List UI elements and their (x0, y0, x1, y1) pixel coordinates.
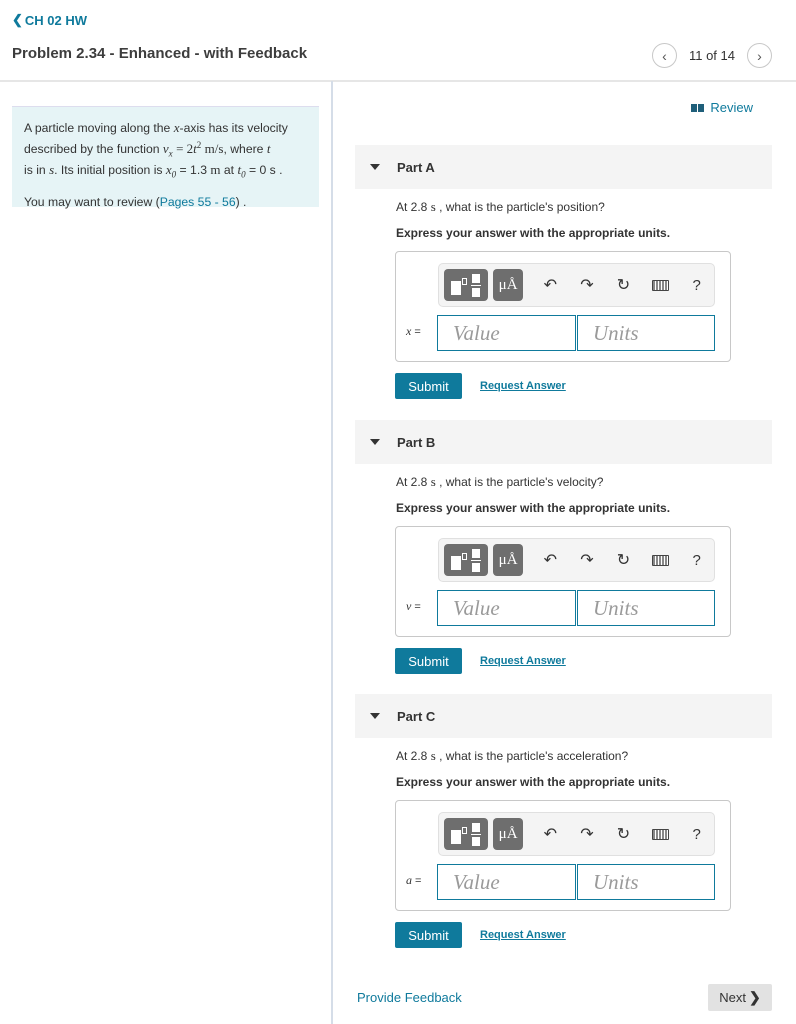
templates-icon (451, 556, 462, 570)
part-b-header[interactable]: Part B (355, 420, 772, 464)
help-icon[interactable]: ? (679, 277, 714, 294)
keyboard-icon[interactable] (643, 279, 678, 291)
back-to-assignment-link[interactable]: ❮ CH 02 HW (12, 12, 87, 28)
help-icon[interactable]: ? (679, 552, 714, 569)
review-pages-line: You may want to review (Pages 55 - 56) . (24, 194, 247, 209)
submit-button[interactable]: Submit (395, 922, 462, 948)
collapse-triangle-icon (370, 713, 380, 719)
value-input[interactable] (437, 315, 576, 351)
templates-button[interactable] (444, 818, 489, 850)
redo-icon[interactable]: ↷ (570, 550, 605, 570)
units-button[interactable]: μÅ (493, 818, 523, 850)
problem-count: 11 of 14 (688, 48, 735, 63)
column-divider (331, 81, 333, 1024)
value-input[interactable] (437, 590, 576, 626)
part-a: Part A At 2.8 s , what is the particle's… (355, 145, 772, 399)
answer-box: μÅ ↶ ↷ ↻ ? x = (395, 251, 731, 362)
submit-button[interactable]: Submit (395, 648, 462, 674)
part-b: Part B At 2.8 s , what is the particle's… (355, 420, 772, 674)
part-actions: Submit Request Answer (395, 373, 772, 399)
provide-feedback-link[interactable]: Provide Feedback (357, 990, 462, 1005)
chevron-left-icon: ❮ (12, 12, 23, 27)
answer-box: μÅ ↶ ↷ ↻ ? a = (395, 800, 731, 911)
chevron-right-icon: ❯ (749, 989, 761, 1005)
redo-icon[interactable]: ↷ (570, 824, 605, 844)
templates-icon (451, 830, 462, 844)
question-text: At 2.8 s , what is the particle's accele… (396, 748, 629, 763)
problem-statement: A particle moving along the x-axis has i… (12, 106, 319, 209)
next-problem-button[interactable]: › (747, 43, 772, 68)
back-link-label: CH 02 HW (24, 12, 88, 28)
keyboard-icon[interactable] (643, 554, 678, 566)
submit-button[interactable]: Submit (395, 373, 462, 399)
value-input[interactable] (437, 864, 576, 900)
math-toolbar: μÅ ↶ ↷ ↻ ? (438, 538, 715, 582)
part-label: Part A (397, 159, 435, 175)
review-pages-link[interactable]: Pages 55 - 56 (160, 195, 236, 209)
problem-pager: ‹ 11 of 14 › (651, 43, 772, 68)
question-text: At 2.8 s , what is the particle's positi… (396, 199, 605, 214)
request-answer-link[interactable]: Request Answer (480, 655, 566, 667)
book-icon (691, 103, 705, 112)
chevron-left-icon: ‹ (662, 47, 667, 64)
instruction-text: Express your answer with the appropriate… (396, 501, 671, 515)
part-label: Part B (397, 434, 436, 450)
part-actions: Submit Request Answer (395, 922, 772, 948)
variable-label: x = (406, 324, 421, 338)
collapse-triangle-icon (370, 164, 380, 170)
keyboard-icon[interactable] (643, 828, 678, 840)
reset-icon[interactable]: ↻ (606, 824, 641, 844)
undo-icon[interactable]: ↶ (533, 275, 568, 295)
next-label: Next (719, 990, 746, 1005)
redo-icon[interactable]: ↷ (570, 275, 605, 295)
instruction-text: Express your answer with the appropriate… (396, 775, 671, 789)
chevron-right-icon: › (757, 47, 762, 64)
units-button[interactable]: μÅ (493, 269, 523, 301)
math-toolbar: μÅ ↶ ↷ ↻ ? (438, 812, 715, 856)
part-c: Part C At 2.8 s , what is the particle's… (355, 694, 772, 948)
reset-icon[interactable]: ↻ (606, 550, 641, 570)
templates-icon (451, 281, 462, 295)
problem-text: A particle moving along the x-axis has i… (24, 120, 288, 180)
units-input[interactable] (577, 590, 715, 626)
answer-box: μÅ ↶ ↷ ↻ ? v = (395, 526, 731, 637)
question-text: At 2.8 s , what is the particle's veloci… (396, 474, 604, 489)
part-label: Part C (397, 708, 436, 724)
templates-button[interactable] (444, 269, 489, 301)
variable-label: v = (406, 599, 421, 613)
units-input[interactable] (577, 315, 715, 351)
previous-problem-button[interactable]: ‹ (651, 43, 677, 68)
request-answer-link[interactable]: Request Answer (480, 929, 566, 941)
variable-label: a = (406, 873, 422, 887)
request-answer-link[interactable]: Request Answer (480, 380, 566, 392)
undo-icon[interactable]: ↶ (533, 824, 568, 844)
part-a-header[interactable]: Part A (355, 145, 772, 189)
next-button[interactable]: Next ❯ (708, 984, 772, 1011)
instruction-text: Express your answer with the appropriate… (396, 226, 671, 240)
units-button[interactable]: μÅ (493, 544, 523, 576)
help-icon[interactable]: ? (679, 826, 714, 843)
collapse-triangle-icon (370, 439, 380, 445)
math-toolbar: μÅ ↶ ↷ ↻ ? (438, 263, 715, 307)
reset-icon[interactable]: ↻ (606, 275, 641, 295)
units-input[interactable] (577, 864, 715, 900)
header-divider (0, 80, 796, 82)
undo-icon[interactable]: ↶ (533, 550, 568, 570)
templates-button[interactable] (444, 544, 489, 576)
part-actions: Submit Request Answer (395, 648, 772, 674)
review-label: Review (710, 100, 753, 115)
part-c-header[interactable]: Part C (355, 694, 772, 738)
review-link[interactable]: Review (691, 100, 753, 115)
page-title: Problem 2.34 - Enhanced - with Feedback (12, 45, 308, 62)
